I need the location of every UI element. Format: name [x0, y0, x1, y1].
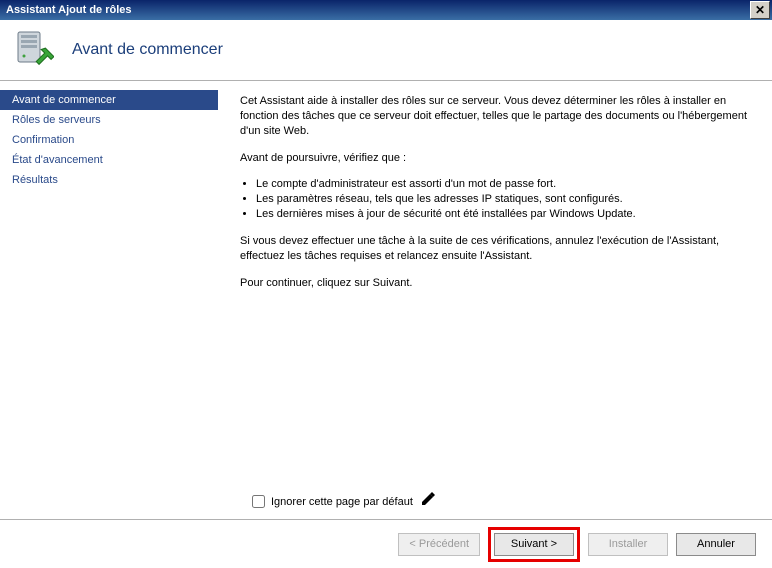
- skip-page-row: Ignorer cette page par défaut: [252, 495, 413, 508]
- wizard-header: Avant de commencer: [0, 20, 772, 81]
- cancel-hint: Si vous devez effectuer une tâche à la s…: [240, 234, 752, 264]
- server-role-icon: [14, 30, 54, 70]
- nav-step-results[interactable]: Résultats: [0, 170, 218, 190]
- title-bar: Assistant Ajout de rôles ✕: [0, 0, 772, 20]
- close-button[interactable]: ✕: [750, 1, 770, 19]
- cancel-button[interactable]: Annuler: [676, 533, 756, 556]
- verify-list: Le compte d'administrateur est assorti d…: [240, 177, 752, 222]
- wizard-button-bar: < Précédent Suivant > Installer Annuler: [0, 519, 772, 568]
- cursor-pencil-icon: [420, 491, 436, 510]
- wizard-content: Cet Assistant aide à installer des rôles…: [218, 80, 772, 520]
- next-button-highlight: Suivant >: [488, 527, 580, 562]
- verify-heading: Avant de poursuivre, vérifiez que :: [240, 151, 752, 166]
- nav-step-server-roles[interactable]: Rôles de serveurs: [0, 110, 218, 130]
- next-button[interactable]: Suivant >: [494, 533, 574, 556]
- nav-step-progress[interactable]: État d'avancement: [0, 150, 218, 170]
- nav-step-before-you-begin[interactable]: Avant de commencer: [0, 90, 218, 110]
- verify-item: Les dernières mises à jour de sécurité o…: [256, 207, 752, 222]
- window-title: Assistant Ajout de rôles: [6, 4, 750, 16]
- verify-item: Le compte d'administrateur est assorti d…: [256, 177, 752, 192]
- skip-page-label: Ignorer cette page par défaut: [271, 496, 413, 508]
- intro-text: Cet Assistant aide à installer des rôles…: [240, 94, 752, 139]
- install-button: Installer: [588, 533, 668, 556]
- previous-button: < Précédent: [398, 533, 480, 556]
- close-icon: ✕: [755, 4, 765, 16]
- page-title: Avant de commencer: [72, 41, 223, 59]
- nav-step-confirmation[interactable]: Confirmation: [0, 130, 218, 150]
- verify-item: Les paramètres réseau, tels que les adre…: [256, 192, 752, 207]
- continue-hint: Pour continuer, cliquez sur Suivant.: [240, 276, 752, 291]
- skip-page-checkbox[interactable]: [252, 495, 265, 508]
- wizard-steps-nav: Avant de commencer Rôles de serveurs Con…: [0, 80, 218, 520]
